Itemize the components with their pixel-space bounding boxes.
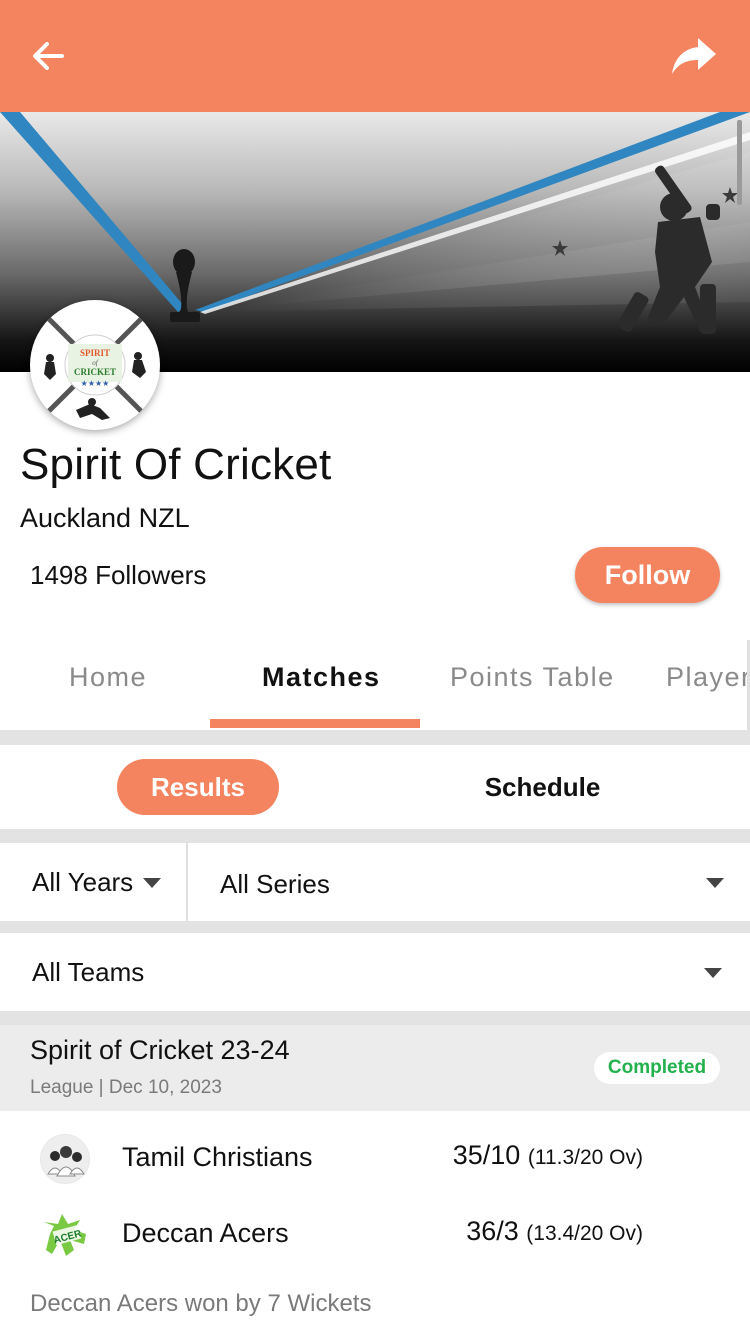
team-name: Deccan Acers	[122, 1218, 289, 1248]
team-logo: ACER	[40, 1210, 90, 1260]
team-name: Tamil Christians	[122, 1142, 313, 1172]
results-button[interactable]: Results	[117, 759, 279, 815]
chevron-down-icon	[704, 968, 722, 978]
team-row[interactable]: ACER Deccan Acers 36/3 (13.4/20 Ov)	[0, 1200, 750, 1270]
chevron-down-icon	[706, 878, 724, 888]
tab-home[interactable]: Home	[69, 662, 147, 693]
years-dropdown-value: All Years	[32, 867, 134, 897]
team-logo	[40, 1134, 90, 1184]
back-button[interactable]	[28, 36, 68, 76]
match-meta: League | Dec 10, 2023	[30, 1077, 222, 1098]
match-series-title: Spirit of Cricket 23-24	[30, 1035, 290, 1065]
teams-dropdown-value: All Teams	[32, 957, 145, 987]
chevron-down-icon	[143, 878, 161, 888]
svg-text:★★★★: ★★★★	[81, 379, 110, 388]
app-header	[0, 0, 750, 112]
schedule-button[interactable]: Schedule	[470, 759, 615, 815]
club-name: Spirit Of Cricket	[20, 440, 332, 489]
status-badge: Completed	[594, 1052, 720, 1084]
results-schedule-toggle: Results Schedule	[0, 745, 750, 829]
club-logo: SPIRIT of CRICKET ★★★★	[30, 300, 160, 430]
team-overs: (11.3/20 Ov)	[527, 1146, 643, 1169]
tab-bar: Home Matches Points Table Player	[0, 640, 750, 730]
active-tab-indicator	[210, 719, 420, 728]
tab-points-table[interactable]: Points Table	[450, 662, 615, 693]
tab-matches[interactable]: Matches	[262, 662, 381, 693]
arrow-left-icon	[33, 42, 64, 70]
share-icon	[672, 38, 716, 74]
match-result: Deccan Acers won by 7 Wickets	[30, 1290, 372, 1317]
club-location: Auckland NZL	[20, 503, 190, 533]
share-button[interactable]	[670, 34, 718, 78]
team-row[interactable]: Tamil Christians 35/10 (11.3/20 Ov)	[0, 1124, 750, 1194]
follow-button[interactable]: Follow	[575, 547, 720, 603]
teams-dropdown[interactable]: All Teams	[0, 933, 750, 1011]
filters-row: All Years All Series	[0, 843, 750, 921]
series-dropdown[interactable]: All Series	[188, 843, 750, 921]
team-runs: 35/10	[452, 1140, 521, 1170]
tab-player[interactable]: Player	[666, 662, 750, 693]
team-runs: 36/3	[466, 1216, 519, 1246]
series-dropdown-value: All Series	[220, 869, 330, 899]
match-card-header[interactable]: Spirit of Cricket 23-24 League | Dec 10,…	[0, 1025, 750, 1111]
team-overs: (13.4/20 Ov)	[526, 1222, 643, 1245]
followers-count: 1498 Followers	[30, 560, 207, 590]
svg-text:CRICKET: CRICKET	[74, 367, 116, 377]
team-score: 36/3 (13.4/20 Ov)	[466, 1216, 643, 1247]
years-dropdown[interactable]: All Years	[0, 843, 186, 921]
svg-text:SPIRIT: SPIRIT	[80, 348, 110, 358]
team-score: 35/10 (11.3/20 Ov)	[453, 1140, 643, 1171]
